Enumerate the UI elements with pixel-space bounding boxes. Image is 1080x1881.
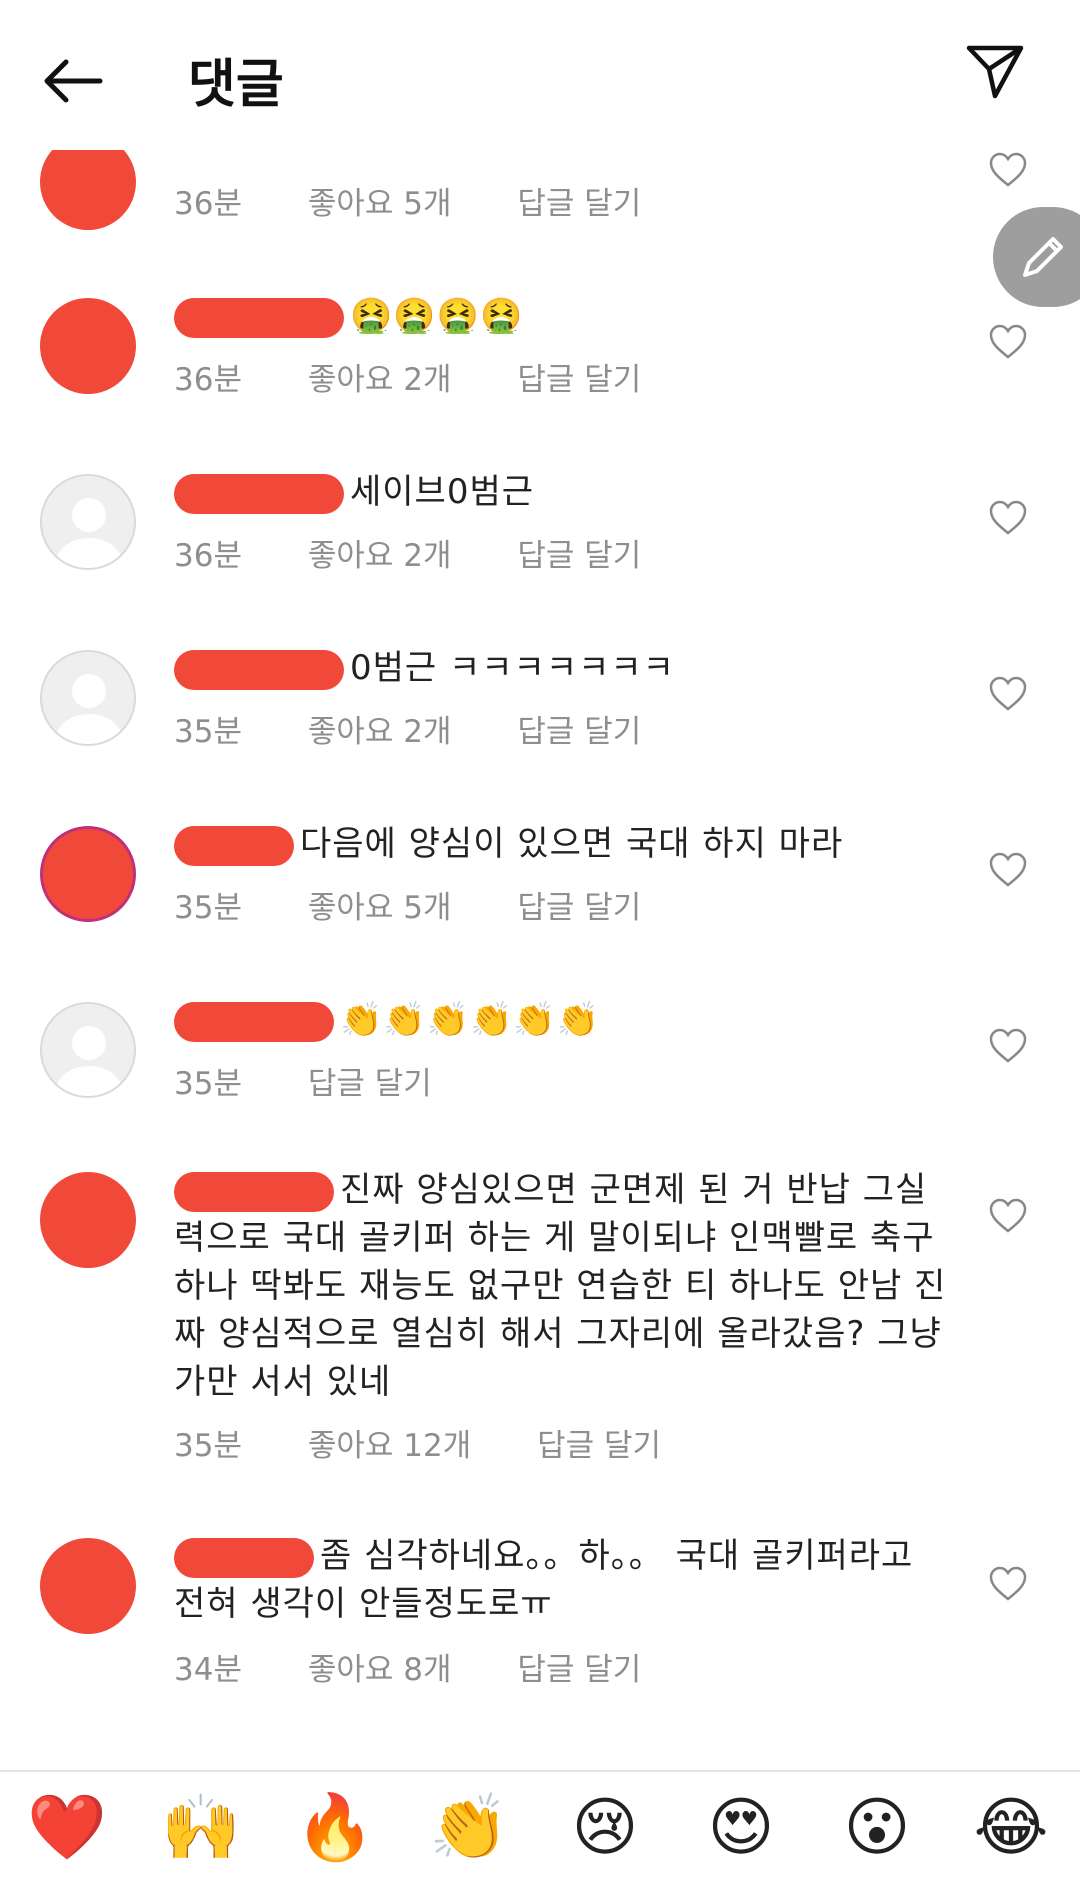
comment-meta: 35분 좋아요 12개 답글 달기 [174, 1420, 717, 1465]
comment-list[interactable]: 36분 좋아요 5개 답글 달기 🤮🤮🤮🤮 36분 좋아요 2개 답글 달기 세… [0, 150, 1080, 1770]
reply-button[interactable]: 답글 달기 [517, 1652, 641, 1688]
reply-button[interactable]: 답글 달기 [517, 890, 641, 926]
avatar[interactable] [40, 298, 136, 394]
send-icon[interactable] [965, 42, 1025, 102]
fire-emoji[interactable]: 🔥 [290, 1786, 380, 1870]
crying-face-emoji[interactable]: 😢 [560, 1786, 650, 1870]
avatar[interactable] [40, 150, 136, 230]
emoji-reaction-bar: ❤️ 🙌 🔥 👏 😢 😍 😮 😂 [0, 1770, 1080, 1881]
top-bar: 댓글 [0, 0, 1080, 150]
heart-icon[interactable] [988, 1198, 1028, 1234]
heart-icon[interactable] [988, 324, 1028, 360]
comment-text: 다음에 양심이 있으면 국대 하지 마라 [174, 820, 954, 868]
comment-likes[interactable]: 좋아요 2개 [308, 538, 452, 574]
username-redacted[interactable] [174, 473, 344, 514]
heart-icon[interactable] [988, 152, 1028, 188]
heart-emoji[interactable]: ❤️ [22, 1786, 112, 1870]
comment-time: 35분 [174, 714, 242, 750]
comment-text: 👏👏👏👏👏👏 [174, 996, 954, 1044]
comment-time: 34분 [174, 1652, 242, 1688]
comment-time: 35분 [174, 890, 242, 926]
comment-item: 좀 심각하네요。。하。。 국대 골키퍼라고 전혀 생각이 안들정도로ㅠ 34분 … [0, 1536, 1080, 1738]
comment-meta: 36분 좋아요 2개 답글 달기 [174, 354, 697, 399]
heart-icon[interactable] [988, 852, 1028, 888]
pencil-icon [1023, 237, 1063, 277]
comment-time: 35분 [174, 1428, 242, 1464]
heart-icon[interactable] [988, 676, 1028, 712]
username-redacted[interactable] [174, 297, 344, 338]
comment-likes[interactable]: 좋아요 5개 [308, 890, 452, 926]
comment-time: 36분 [174, 538, 242, 574]
comment-time: 36분 [174, 186, 242, 222]
reply-button[interactable]: 답글 달기 [308, 1066, 432, 1102]
comment-item: 세이브0범근 36분 좋아요 2개 답글 달기 [0, 468, 1080, 638]
comment-meta: 36분 좋아요 5개 답글 달기 [174, 178, 697, 223]
comment-item: 🤮🤮🤮🤮 36분 좋아요 2개 답글 달기 [0, 292, 1080, 462]
comment-body: 0범근 ㅋㅋㅋㅋㅋㅋㅋ [350, 648, 675, 688]
heart-icon[interactable] [988, 1566, 1028, 1602]
heart-eyes-emoji[interactable]: 😍 [696, 1786, 786, 1870]
comment-meta: 35분 좋아요 5개 답글 달기 [174, 882, 697, 927]
comment-likes[interactable]: 좋아요 8개 [308, 1652, 452, 1688]
avatar[interactable] [40, 1002, 136, 1098]
page-title: 댓글 [188, 55, 284, 115]
avatar[interactable] [40, 650, 136, 746]
comment-likes[interactable]: 좋아요 5개 [308, 186, 452, 222]
comment-likes[interactable]: 좋아요 12개 [308, 1428, 471, 1464]
comment-body: 다음에 양심이 있으면 국대 하지 마라 [300, 824, 844, 864]
comment-likes[interactable]: 좋아요 2개 [308, 714, 452, 750]
comment-body: 세이브0범근 [350, 472, 535, 512]
comment-text: 🤮🤮🤮🤮 [174, 292, 954, 340]
comment-time: 35분 [174, 1066, 242, 1102]
username-redacted[interactable] [174, 825, 294, 866]
reply-button[interactable]: 답글 달기 [517, 362, 641, 398]
raised-hands-emoji[interactable]: 🙌 [156, 1786, 246, 1870]
avatar[interactable] [40, 1538, 136, 1634]
username-redacted[interactable] [174, 649, 344, 690]
surprised-face-emoji[interactable]: 😮 [832, 1786, 922, 1870]
tears-of-joy-emoji[interactable]: 😂 [966, 1786, 1056, 1870]
comment-likes[interactable]: 좋아요 2개 [308, 362, 452, 398]
username-redacted[interactable] [174, 1001, 334, 1042]
comment-item: 36분 좋아요 5개 답글 달기 [0, 150, 1080, 290]
comment-item: 👏👏👏👏👏👏 35분 답글 달기 [0, 996, 1080, 1166]
username-redacted[interactable] [174, 1171, 334, 1212]
comment-meta: 36분 좋아요 2개 답글 달기 [174, 530, 697, 575]
heart-icon[interactable] [988, 500, 1028, 536]
reply-button[interactable]: 답글 달기 [517, 186, 641, 222]
comment-time: 36분 [174, 362, 242, 398]
comment-text: 진짜 양심있으면 군면제 된 거 반납 그실력으로 국대 골키퍼 하는 게 말이… [174, 1166, 954, 1406]
reply-button[interactable]: 답글 달기 [517, 714, 641, 750]
comment-body: 🤮🤮🤮🤮 [350, 296, 524, 336]
avatar[interactable] [40, 826, 136, 922]
comment-text: 세이브0범근 [174, 468, 954, 516]
comment-meta: 35분 답글 달기 [174, 1058, 488, 1103]
back-arrow-icon[interactable] [38, 46, 108, 116]
comment-meta: 34분 좋아요 8개 답글 달기 [174, 1644, 697, 1689]
reply-button[interactable]: 답글 달기 [517, 538, 641, 574]
comment-text: 좀 심각하네요。。하。。 국대 골키퍼라고 전혀 생각이 안들정도로ㅠ [174, 1532, 954, 1628]
comment-item: 진짜 양심있으면 군면제 된 거 반납 그실력으로 국대 골키퍼 하는 게 말이… [0, 1170, 1080, 1492]
avatar[interactable] [40, 1172, 136, 1268]
heart-icon[interactable] [988, 1028, 1028, 1064]
comment-meta: 35분 좋아요 2개 답글 달기 [174, 706, 697, 751]
clapping-hands-emoji[interactable]: 👏 [424, 1786, 514, 1870]
comment-body: 👏👏👏👏👏👏 [340, 1000, 601, 1040]
comment-item: 다음에 양심이 있으면 국대 하지 마라 35분 좋아요 5개 답글 달기 [0, 820, 1080, 990]
comment-item: 0범근 ㅋㅋㅋㅋㅋㅋㅋ 35분 좋아요 2개 답글 달기 [0, 644, 1080, 814]
username-redacted[interactable] [174, 1537, 314, 1578]
reply-button[interactable]: 답글 달기 [537, 1428, 661, 1464]
comment-text: 0범근 ㅋㅋㅋㅋㅋㅋㅋ [174, 644, 954, 692]
avatar[interactable] [40, 474, 136, 570]
